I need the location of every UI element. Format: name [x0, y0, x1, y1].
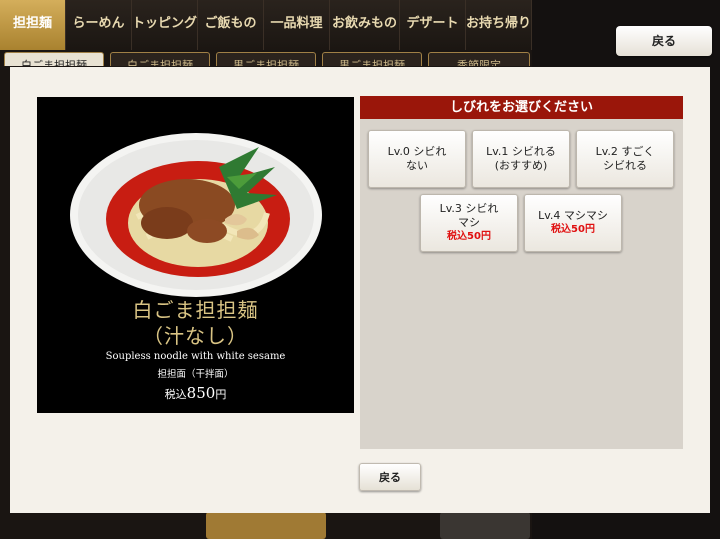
subtab-seasonal[interactable]: 季節限定	[428, 52, 530, 66]
spice-level-modal: 白ごま担担麺 （汁なし） Soupless noodle with white …	[10, 67, 710, 513]
product-name-cn: 担担面（干拌面）	[157, 369, 234, 380]
subtab-black-sesame-soupless[interactable]: 黒ごま担担麺	[322, 52, 422, 66]
spice-option-lv0[interactable]: Lv.0 シビれ ない	[368, 130, 466, 188]
tab-rice[interactable]: ご飯もの	[198, 0, 264, 50]
product-card: 白ごま担担麺 （汁なし） Soupless noodle with white …	[37, 97, 354, 413]
back-button-modal[interactable]: 戻る	[359, 463, 421, 491]
spice-panel-title: しびれをお選びください	[360, 96, 683, 119]
tab-tantanmen[interactable]: 担担麺	[0, 0, 66, 50]
product-name-ja: 白ごま担担麺 （汁なし）	[132, 298, 259, 348]
spice-option-lv4[interactable]: Lv.4 マシマシ 税込50円	[524, 194, 622, 252]
background-button-hint	[440, 512, 530, 539]
background-button-hint	[206, 512, 326, 539]
subtab-white-sesame-soupless[interactable]: 白ごま担担麺	[110, 52, 210, 66]
spice-option-lv2[interactable]: Lv.2 すごく シビれる	[576, 130, 674, 188]
tab-takeout[interactable]: お持ち帰り	[466, 0, 532, 50]
tab-topping[interactable]: トッピング	[132, 0, 198, 50]
tab-side-dishes[interactable]: 一品料理	[264, 0, 330, 50]
product-name-en: Soupless noodle with white sesame	[105, 351, 286, 362]
back-button-top[interactable]: 戻る	[616, 26, 712, 56]
noodle-bowl-image	[70, 133, 322, 297]
tab-dessert[interactable]: デザート	[400, 0, 466, 50]
tab-ramen[interactable]: らーめん	[66, 0, 132, 50]
category-tab-bar: 担担麺 らーめん トッピング ご飯もの 一品料理 お飲みもの デザート お持ち帰…	[0, 0, 532, 50]
spice-options-panel: しびれをお選びください Lv.0 シビれ ない Lv.1 シビれる (おすすめ)…	[360, 96, 683, 449]
subtab-black-sesame[interactable]: 黒ごま担担麺	[216, 52, 316, 66]
product-price: 税込850円	[164, 384, 227, 402]
spice-option-lv3[interactable]: Lv.3 シビれ マシ 税込50円	[420, 194, 518, 252]
sub-tab-bar: 白ごま担担麺 白ごま担担麺 黒ごま担担麺 黒ごま担担麺 季節限定	[0, 52, 532, 66]
spice-option-lv1[interactable]: Lv.1 シビれる (おすすめ)	[472, 130, 570, 188]
subtab-white-sesame[interactable]: 白ごま担担麺	[4, 52, 104, 66]
tab-drinks[interactable]: お飲みもの	[330, 0, 400, 50]
